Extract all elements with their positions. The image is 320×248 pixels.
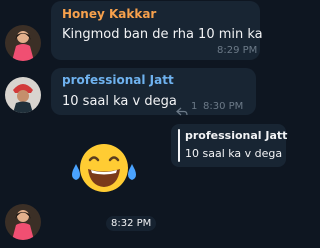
avatar[interactable] <box>5 25 41 61</box>
message-text: Kingmod ban de rha 10 min ka <box>62 27 263 42</box>
sender-name[interactable]: Honey Kakkar <box>62 7 156 21</box>
message-time: 8:32 PM <box>106 216 157 231</box>
face-with-tears-of-joy-icon[interactable] <box>66 140 142 196</box>
reply-bar <box>178 129 180 162</box>
message-time: 8:30 PM <box>203 101 244 112</box>
reply-sender: professional Jatt <box>185 129 288 142</box>
message-time: 8:29 PM <box>217 45 258 56</box>
reply-preview[interactable]: professional Jatt 10 saal ka v dega <box>171 124 288 167</box>
reply-text: 10 saal ka v dega <box>185 147 283 160</box>
sender-name[interactable]: professional Jatt <box>62 73 174 87</box>
reply-arrow-icon[interactable] <box>176 101 188 120</box>
reply-count[interactable]: 1 <box>191 101 197 112</box>
avatar[interactable] <box>5 77 41 113</box>
avatar[interactable] <box>5 204 41 240</box>
message-text: 10 saal ka v dega <box>62 94 177 109</box>
